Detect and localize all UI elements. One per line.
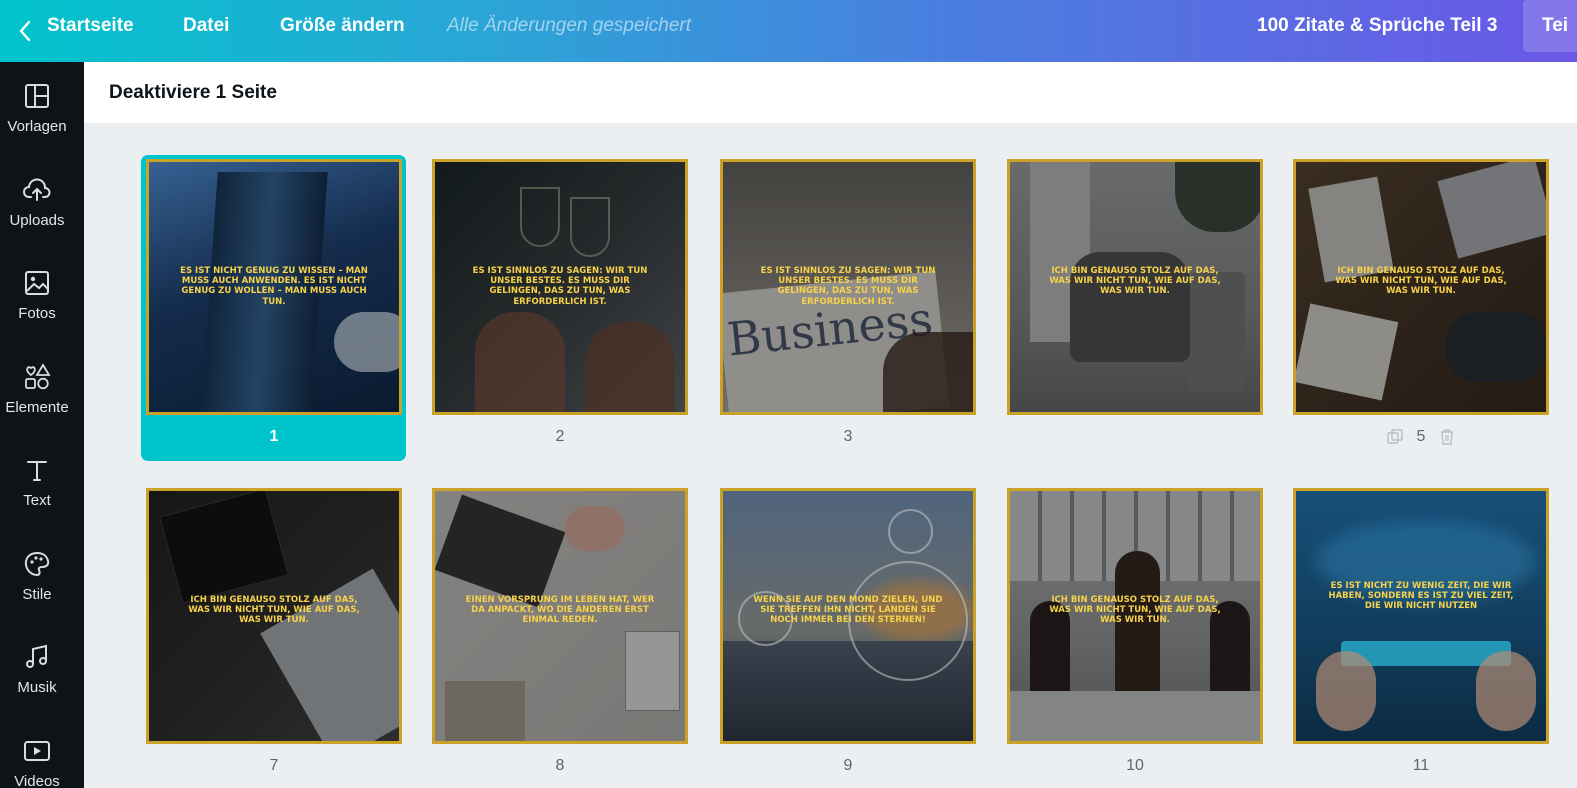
sidebar-item-uploads[interactable]: Uploads	[0, 176, 84, 266]
page-number: 3	[843, 428, 853, 445]
sidebar: Vorlagen Uploads Fotos Elemente Text Sti…	[0, 62, 84, 788]
page-image: Ich bin genauso stolz auf das, was wir n…	[1007, 488, 1263, 744]
page-thumbnail-5[interactable]: Ich bin genauso stolz auf das, was wir n…	[1293, 159, 1549, 415]
quote-text: Wenn Sie auf den Mond zielen, und Sie tr…	[753, 595, 943, 626]
image-icon	[25, 271, 49, 295]
sidebar-item-text[interactable]: Text	[0, 456, 84, 546]
page-thumbnail-9[interactable]: Wenn Sie auf den Mond zielen, und Sie tr…	[720, 488, 976, 744]
page-number: 5	[1416, 428, 1426, 445]
file-menu[interactable]: Datei	[183, 0, 229, 62]
video-icon	[24, 741, 50, 761]
page-image: Es ist sinnlos zu sagen: Wir tun unser B…	[432, 159, 688, 415]
page-thumbnail-11[interactable]: Es ist nicht zu wenig Zeit, die wir habe…	[1293, 488, 1549, 744]
sidebar-item-label: Text	[23, 492, 51, 509]
page-image: Wenn Sie auf den Mond zielen, und Sie tr…	[720, 488, 976, 744]
sidebar-item-elements[interactable]: Elemente	[0, 363, 84, 453]
chevron-left-icon[interactable]	[14, 16, 38, 46]
shapes-icon	[25, 363, 51, 390]
quote-text: Es ist sinnlos zu sagen: Wir tun unser B…	[760, 266, 936, 307]
design-title[interactable]: 100 Zitate & Sprüche Teil 3	[1257, 0, 1497, 62]
page-number: 11	[1412, 757, 1430, 774]
page-image: Es ist nicht genug zu wissen – man muss …	[146, 159, 402, 415]
page-tools: 5	[1386, 428, 1466, 448]
share-button[interactable]: Tei	[1523, 0, 1577, 52]
image-overlay	[1296, 491, 1546, 741]
page-thumbnail-2[interactable]: Es ist sinnlos zu sagen: Wir tun unser B…	[432, 159, 688, 415]
quote-text: Es ist nicht zu wenig Zeit, die wir habe…	[1328, 581, 1514, 612]
sidebar-item-label: Musik	[17, 679, 57, 696]
page-number: 10	[1126, 757, 1144, 774]
palette-icon	[24, 551, 50, 577]
text-icon	[27, 461, 47, 481]
home-link[interactable]: Startseite	[47, 0, 134, 62]
sidebar-item-templates[interactable]: Vorlagen	[0, 82, 84, 172]
sidebar-item-videos[interactable]: Videos	[0, 737, 84, 788]
top-bar: Startseite Datei Größe ändern Alle Änder…	[0, 0, 1577, 62]
sidebar-item-label: Videos	[14, 773, 60, 788]
quote-text: Ich bin genauso stolz auf das, was wir n…	[188, 595, 360, 626]
quote-text: Ich bin genauso stolz auf das, was wir n…	[1049, 266, 1221, 297]
page-thumbnail-8[interactable]: Einen Vorsprung im Leben hat, wer da anp…	[432, 488, 688, 744]
sidebar-item-label: Elemente	[5, 399, 69, 416]
sidebar-item-label: Fotos	[18, 305, 56, 322]
page-number: 9	[843, 757, 853, 774]
music-icon	[26, 644, 47, 668]
cloud-upload-icon	[23, 178, 51, 201]
quote-text: Ich bin genauso stolz auf das, was wir n…	[1049, 595, 1221, 626]
layout-icon	[25, 84, 49, 108]
page-thumbnail-3[interactable]: Business Es ist sinnlos zu sagen: Wir tu…	[720, 159, 976, 415]
sidebar-item-music[interactable]: Musik	[0, 643, 84, 733]
page-thumbnail-4[interactable]: Ich bin genauso stolz auf das, was wir n…	[1007, 159, 1263, 415]
page-number: 8	[555, 757, 565, 774]
page-image: Einen Vorsprung im Leben hat, wer da anp…	[432, 488, 688, 744]
trash-icon[interactable]	[1438, 428, 1456, 446]
sidebar-item-label: Uploads	[9, 212, 65, 229]
page-image: Ich bin genauso stolz auf das, was wir n…	[146, 488, 402, 744]
sidebar-item-photos[interactable]: Fotos	[0, 269, 84, 359]
page-title: Deaktiviere 1 Seite	[109, 82, 277, 103]
page-thumbnail-1[interactable]: Es ist nicht genug zu wissen – man muss …	[146, 159, 402, 415]
save-status: Alle Änderungen gespeichert	[447, 15, 692, 36]
page-image: Ich bin genauso stolz auf das, was wir n…	[1293, 159, 1549, 415]
quote-text: Einen Vorsprung im Leben hat, wer da anp…	[465, 595, 655, 626]
resize-menu[interactable]: Größe ändern	[280, 0, 405, 62]
page-header: Deaktiviere 1 Seite	[84, 62, 1577, 123]
page-image: Ich bin genauso stolz auf das, was wir n…	[1007, 159, 1263, 415]
sidebar-item-label: Vorlagen	[7, 118, 67, 135]
page-number: 2	[555, 428, 565, 445]
page-number: 7	[269, 757, 279, 774]
quote-text: Ich bin genauso stolz auf das, was wir n…	[1335, 266, 1507, 297]
page-image: Es ist nicht zu wenig Zeit, die wir habe…	[1293, 488, 1549, 744]
page-number: 1	[269, 428, 279, 445]
page-thumbnail-10[interactable]: Ich bin genauso stolz auf das, was wir n…	[1007, 488, 1263, 744]
quote-text: Es ist nicht genug zu wissen – man muss …	[180, 266, 368, 307]
page-thumbnail-7[interactable]: Ich bin genauso stolz auf das, was wir n…	[146, 488, 402, 744]
quote-text: Es ist sinnlos zu sagen: Wir tun unser B…	[472, 266, 648, 307]
page-image: Business Es ist sinnlos zu sagen: Wir tu…	[720, 159, 976, 415]
sidebar-item-label: Stile	[22, 586, 52, 603]
sidebar-item-styles[interactable]: Stile	[0, 550, 84, 640]
